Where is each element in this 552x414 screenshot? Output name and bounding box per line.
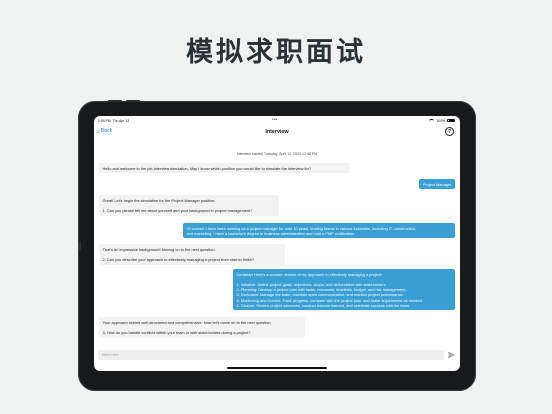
chat-transcript[interactable]: Interview started Tuesday, April 11, 202… bbox=[94, 139, 460, 349]
status-right: 100% bbox=[429, 118, 455, 123]
message-bot: Your approach seems well-structured and … bbox=[99, 317, 305, 338]
page-title: Interview bbox=[265, 129, 289, 135]
multitask-dots-icon[interactable]: ••• bbox=[272, 117, 277, 123]
wifi-icon bbox=[429, 118, 435, 123]
status-date: Thu Apr 13 bbox=[112, 119, 130, 123]
device-button-top-left bbox=[108, 100, 122, 102]
battery-percent: 100% bbox=[436, 118, 445, 123]
status-time: 2:54 PM Thu Apr 13 bbox=[98, 119, 129, 123]
interview-start-timestamp: Interview started Tuesday, April 11, 202… bbox=[236, 152, 318, 156]
home-indicator bbox=[227, 367, 327, 369]
device-button-top-right bbox=[126, 100, 140, 102]
promo-headline: 模拟求职面试 bbox=[186, 37, 366, 68]
device-camera bbox=[79, 241, 81, 251]
navigation-bar: ‹ Back Interview ? bbox=[94, 125, 460, 139]
message-bot: That's an impressive background! Moving … bbox=[99, 244, 285, 265]
message-bot: Hello and welcome to the job-interview s… bbox=[99, 163, 349, 174]
battery-icon bbox=[447, 118, 455, 123]
message-input[interactable]: Write here... bbox=[98, 350, 444, 360]
status-clock: 2:54 PM bbox=[98, 119, 111, 123]
message-user: Of course! I have been working as a proj… bbox=[183, 223, 455, 239]
message-user: Certainly! Here's a concise version of m… bbox=[233, 269, 455, 311]
message-user: Project Manager bbox=[419, 179, 455, 190]
message-bot: Great! Let's begin the simulation for th… bbox=[99, 195, 279, 216]
send-icon[interactable] bbox=[447, 351, 456, 359]
status-bar: 2:54 PM Thu Apr 13 ••• 100% bbox=[94, 116, 460, 125]
app-screen: 2:54 PM Thu Apr 13 ••• 100% ‹ Back Inter… bbox=[94, 116, 460, 371]
help-icon[interactable]: ? bbox=[445, 127, 454, 136]
